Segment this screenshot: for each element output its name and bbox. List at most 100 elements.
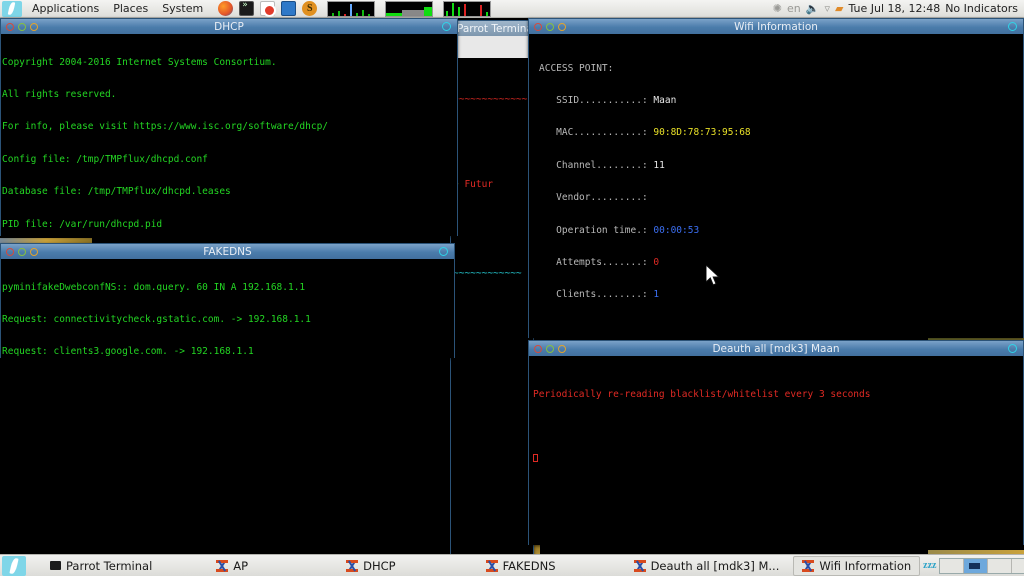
titlebar-right-button[interactable] — [1008, 344, 1023, 353]
skype-icon[interactable]: S — [302, 1, 318, 16]
taskbar-item-parrot-terminal[interactable]: Parrot Terminal — [42, 556, 160, 576]
taskbar-item-label: DHCP — [363, 558, 396, 573]
minimize-icon[interactable] — [18, 22, 26, 31]
titlebar-buttons-wifi — [529, 22, 566, 31]
window-wifi-information[interactable]: Wifi Information ACCESS POINT: SSID.....… — [528, 18, 1024, 338]
parrot-logo-icon[interactable] — [2, 0, 22, 17]
window-fakedns[interactable]: FAKEDNS pyminifakeDwebconfNS:: dom.query… — [0, 243, 455, 358]
titlebar-fakedns[interactable]: FAKEDNS — [1, 244, 454, 259]
wifi-field-vendor: Vendor.........: — [556, 192, 648, 204]
shield-icon[interactable]: ▿ — [824, 2, 830, 15]
menu-applications[interactable]: Applications — [25, 0, 106, 18]
terminal-line: Request: clients3.google.com. -> 192.168… — [2, 346, 254, 358]
window-parrot-terminal[interactable]: Parrot Termina ~~~~~~~~~~~~~ e Futur ~~~… — [450, 20, 534, 574]
deauth-terminal-output[interactable]: Periodically re-reading blacklist/whitel… — [529, 356, 1023, 545]
terminal-line: Copyright 2004-2016 Internet Systems Con… — [2, 56, 277, 68]
menu-system[interactable]: System — [155, 0, 210, 18]
xterm-icon — [802, 559, 815, 572]
menu-places[interactable]: Places — [106, 0, 155, 18]
titlebar-right-button[interactable] — [439, 247, 454, 256]
terminal-line: Periodically re-reading blacklist/whitel… — [533, 388, 871, 400]
titlebar-right-button[interactable] — [1008, 22, 1023, 31]
network-graph — [385, 0, 434, 17]
taskbar: Parrot Terminal AP DHCP FAKEDNS Deauth a… — [0, 554, 1024, 576]
parrot-terminal-body[interactable]: ~~~~~~~~~~~~~ e Futur ~~~~~~~~~~~~ — [451, 36, 533, 574]
fakedns-terminal-output[interactable]: pyminifakeDwebconfNS:: dom.query. 60 IN … — [1, 259, 454, 358]
dhcp-terminal-output[interactable]: Copyright 2004-2016 Internet Systems Con… — [1, 34, 457, 236]
workspace-2[interactable] — [964, 558, 989, 573]
wifi-field-channel: Channel........: 11 — [556, 159, 665, 171]
maximize-icon[interactable] — [558, 22, 566, 31]
titlebar-deauth[interactable]: Deauth all [mdk3] Maan — [529, 341, 1023, 356]
maximize-icon[interactable] — [558, 344, 566, 353]
wifi-terminal-output[interactable]: ACCESS POINT: SSID...........: Maan MAC.… — [529, 34, 1023, 338]
minimize-icon[interactable] — [546, 344, 554, 353]
shade-icon[interactable] — [1008, 344, 1017, 353]
parrot-logo-icon[interactable] — [2, 555, 26, 576]
terminal-icon[interactable] — [239, 0, 255, 16]
document-blocked-icon[interactable] — [260, 1, 277, 17]
titlebar-buttons-fakedns — [1, 247, 38, 256]
parrot-terminal-output: ~~~~~~~~~~~~~ e Futur ~~~~~~~~~~~~ — [453, 94, 528, 279]
maximize-icon[interactable] — [30, 22, 38, 31]
taskbar-item-deauth[interactable]: Deauth all [mdk3] M... — [626, 556, 788, 576]
titlebar-title: Wifi Information — [734, 20, 818, 33]
titlebar-title: Deauth all [mdk3] Maan — [712, 342, 840, 355]
parrot-terminal-header-blank — [451, 36, 533, 58]
window-deauth[interactable]: Deauth all [mdk3] Maan Periodically re-r… — [528, 340, 1024, 545]
shade-icon[interactable] — [442, 22, 451, 31]
xterm-icon — [485, 559, 498, 572]
workspace-pager[interactable] — [939, 557, 1024, 574]
terminal-line: Config file: /tmp/TMPflux/dhcpd.conf — [2, 153, 208, 165]
wifi-field-ssid: SSID...........: Maan — [556, 94, 677, 106]
taskbar-item-dhcp[interactable]: DHCP — [338, 556, 403, 576]
titlebar-parrot-terminal[interactable]: Parrot Termina — [451, 21, 533, 36]
taskbar-item-wifi-information[interactable]: Wifi Information — [793, 555, 921, 576]
indicators-label[interactable]: No Indicators — [945, 2, 1020, 15]
titlebar-wifi-information[interactable]: Wifi Information — [529, 19, 1023, 34]
minimize-icon[interactable] — [546, 22, 554, 31]
volume-icon[interactable]: 🔈 — [806, 2, 820, 15]
cpu-graph — [327, 0, 376, 17]
close-icon[interactable] — [6, 22, 14, 31]
taskbar-item-label: AP — [233, 558, 249, 573]
close-icon[interactable] — [6, 247, 14, 256]
bluetooth-icon[interactable]: ✺ — [773, 2, 782, 15]
shade-icon[interactable] — [1008, 22, 1017, 31]
memory-graph — [443, 0, 492, 17]
titlebar-buttons-dhcp — [1, 22, 38, 31]
minimize-icon[interactable] — [18, 247, 26, 256]
shade-icon[interactable] — [439, 247, 448, 256]
access-point-heading: ACCESS POINT: — [539, 62, 614, 74]
terminal-prompt-cursor — [533, 454, 1022, 466]
terminal-line: All rights reserved. — [2, 88, 117, 100]
keyboard-layout-icon[interactable]: en — [787, 2, 801, 15]
titlebar-right-button[interactable] — [442, 22, 457, 31]
workspace-1[interactable] — [940, 558, 965, 573]
workspace-3[interactable] — [988, 558, 1013, 573]
taskbar-item-label: FAKEDNS — [502, 558, 556, 573]
top-panel: Applications Places System S — [0, 0, 1024, 18]
taskbar-item-label: Wifi Information — [819, 558, 912, 573]
xterm-icon — [633, 559, 646, 572]
taskbar-item-label: Parrot Terminal — [66, 558, 153, 573]
mouse-cursor — [706, 265, 721, 286]
workspace-4[interactable] — [1012, 558, 1024, 573]
taskbar-item-fakedns[interactable]: FAKEDNS — [478, 556, 564, 576]
firefox-icon[interactable] — [218, 1, 234, 16]
clock[interactable]: Tue Jul 18, 12:48 — [848, 2, 940, 15]
taskbar-right: zzz — [920, 555, 1024, 576]
taskbar-item-ap[interactable]: AP — [208, 556, 256, 576]
window-dhcp[interactable]: DHCP Copyright 2004-2016 Internet System… — [0, 18, 458, 236]
terminal-icon — [50, 561, 61, 570]
terminal-line: Database file: /tmp/TMPflux/dhcpd.leases — [2, 186, 231, 198]
maximize-icon[interactable] — [30, 247, 38, 256]
close-icon[interactable] — [534, 344, 542, 353]
titlebar-dhcp[interactable]: DHCP — [1, 19, 457, 34]
xterm-icon — [346, 559, 359, 572]
battery-icon[interactable]: ▰ — [835, 2, 843, 15]
titlebar-title: FAKEDNS — [203, 245, 252, 258]
sleep-indicator[interactable]: zzz — [920, 560, 939, 571]
display-icon[interactable] — [281, 1, 297, 16]
close-icon[interactable] — [534, 22, 542, 31]
